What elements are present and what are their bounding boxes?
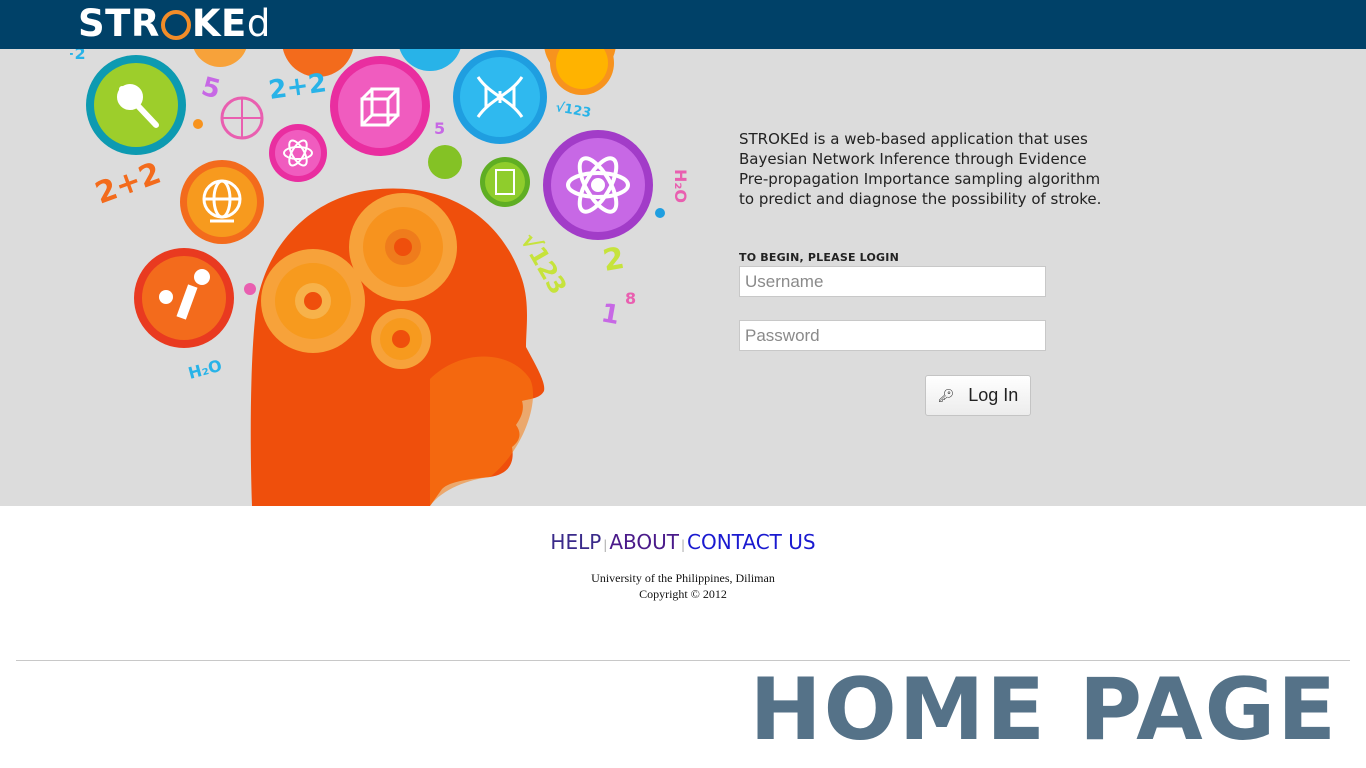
university-text: University of the Philippines, Diliman — [591, 571, 775, 585]
logo-brain-icon — [160, 10, 191, 40]
scribble-1: 2+2 — [267, 68, 329, 106]
logo[interactable]: STR KE d — [78, 3, 271, 45]
logo-text-end: d — [246, 2, 271, 45]
scribble-3: √123 — [554, 100, 592, 121]
copyright-text: Copyright © 2012 — [639, 587, 727, 601]
key-icon: 🔑︎ — [937, 387, 955, 403]
scribble-10: 8 — [625, 289, 636, 308]
gear-large — [349, 193, 457, 301]
footer-info: University of the Philippines, Diliman C… — [0, 570, 1366, 602]
scribble-11: 1 — [599, 298, 622, 331]
app-description: STROKEd is a web-based application that … — [739, 130, 1102, 208]
password-input[interactable] — [739, 320, 1046, 351]
login-button-label: Log In — [968, 385, 1019, 405]
logo-text-mid: KE — [191, 2, 247, 45]
top-bar: STR KE d — [0, 0, 1366, 49]
flask-small-bubble — [428, 145, 462, 179]
about-link[interactable]: ABOUT — [609, 530, 679, 554]
hero-section: 2+2 2+2 √123 √123 H₂O H₂O 5 5 2 8 1 2+2 … — [0, 49, 1366, 506]
gear-left — [261, 249, 365, 353]
bubble-top-1 — [193, 49, 247, 67]
page-caption: HOME PAGE — [749, 660, 1338, 760]
gear-small — [371, 309, 431, 369]
login-prompt: TO BEGIN, PLEASE LOGIN — [739, 251, 899, 264]
help-link[interactable]: HELP — [550, 530, 601, 554]
scribble-5: H₂O — [671, 169, 690, 203]
scribble-12: 2+2 — [70, 49, 86, 63]
scribble-6: H₂O — [186, 356, 224, 383]
scribble-2: 2+2 — [91, 156, 166, 212]
username-input[interactable] — [739, 266, 1046, 297]
link-separator: | — [681, 538, 686, 552]
contact-us-link[interactable]: CONTACT US — [687, 530, 816, 554]
head-gears-illustration: 2+2 2+2 √123 √123 H₂O H₂O 5 5 2 8 1 2+2 — [70, 49, 690, 506]
scribble-7: 5 — [198, 72, 223, 106]
login-button[interactable]: 🔑︎ Log In — [925, 375, 1031, 416]
footer-links: HELP | ABOUT | CONTACT US — [0, 530, 1366, 554]
logo-text-start: STR — [78, 2, 160, 45]
scribble-9: 2 — [600, 241, 627, 279]
link-separator: | — [603, 538, 608, 552]
scribble-8: 5 — [434, 119, 445, 138]
